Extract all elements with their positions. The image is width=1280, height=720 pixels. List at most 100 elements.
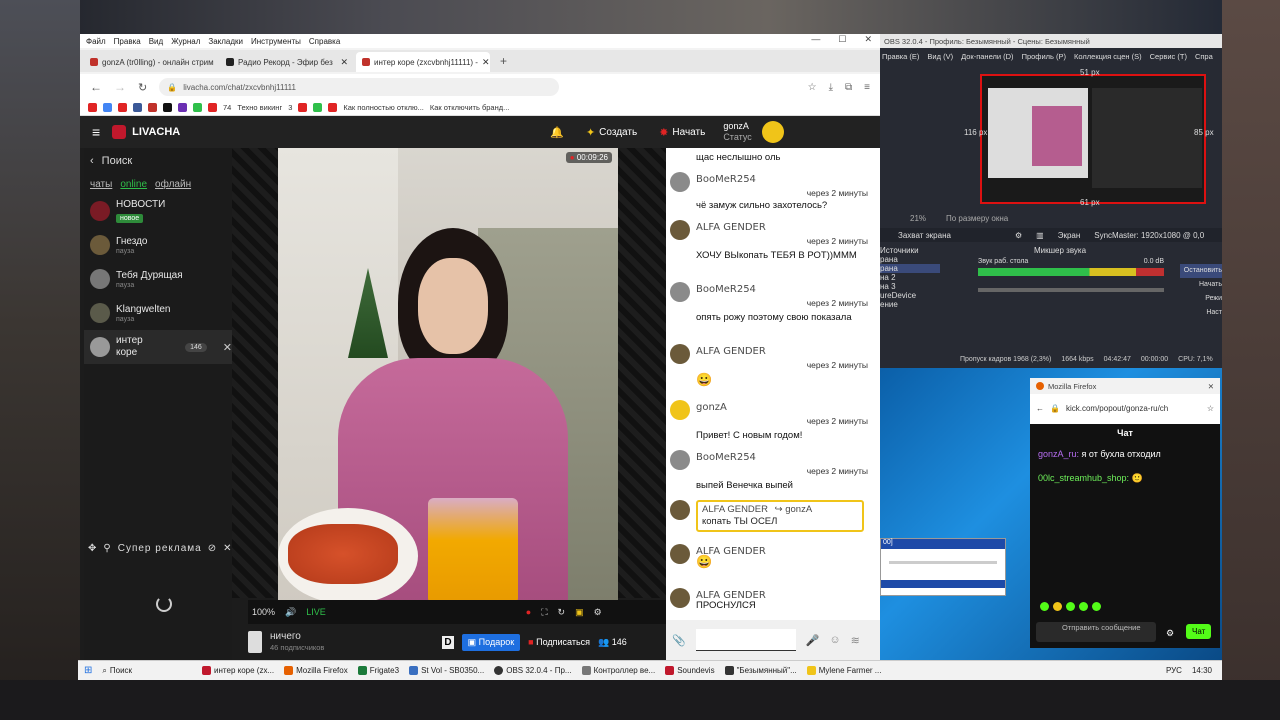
close-icon[interactable]: ✕ <box>223 341 232 354</box>
channel-item-inter-kore[interactable]: интер коре 146 ✕ <box>84 330 232 364</box>
filter-icon[interactable]: ▥ <box>1036 231 1044 240</box>
chat-username[interactable]: ALFA GENDER <box>696 346 766 357</box>
chat-username[interactable]: BooMeR254 <box>696 452 756 463</box>
channel-item-klangwelten[interactable]: Klangwelten пауза <box>84 296 232 330</box>
emote-icon[interactable] <box>1066 602 1075 611</box>
chat-username[interactable]: gonzA <box>696 402 727 413</box>
gift-button[interactable]: ▣ Подарок <box>461 633 521 651</box>
refresh-icon[interactable]: ↻ <box>558 607 566 618</box>
tab-gonza[interactable]: gonzA (tr0lling) - онлайн стрим✕ <box>84 52 218 72</box>
chat-username[interactable]: BooMeR254 <box>696 174 756 185</box>
download-icon[interactable]: ⤓ <box>829 82 833 93</box>
taskbar-item[interactable]: интер коре (zx... <box>202 666 274 675</box>
bookmark-icon[interactable] <box>313 103 323 112</box>
menu-view[interactable]: Вид <box>149 37 163 46</box>
subscribe-button[interactable]: ■ Подписаться <box>528 637 590 647</box>
bookmark-disable-2[interactable]: Как отключить бранд... <box>430 103 509 112</box>
streamer-avatar[interactable] <box>248 631 262 653</box>
tab-close-icon[interactable]: ✕ <box>340 57 348 68</box>
mic-icon[interactable]: 🎤 <box>806 634 820 647</box>
bell-icon[interactable]: 🔔 <box>550 126 564 139</box>
bookmark-star-icon[interactable]: ☆ <box>808 82 817 93</box>
taskbar-item[interactable]: St Vol - SB0350... <box>409 666 484 675</box>
back-icon[interactable]: ← <box>90 80 102 94</box>
bookmark-74[interactable]: 74 <box>223 103 231 112</box>
bookmark-icon[interactable] <box>328 103 338 112</box>
taskbar-item[interactable]: Контроллер ве... <box>581 666 655 675</box>
maximize-icon[interactable]: ☐ <box>838 34 846 45</box>
source-item[interactable]: на 2 <box>880 273 940 282</box>
chat-username[interactable]: ALFA GENDER <box>696 222 766 233</box>
bookmark-icon[interactable] <box>103 103 112 112</box>
channel-item-tebya[interactable]: Тебя Дурящая пауза <box>84 262 232 296</box>
bookmark-icon[interactable] <box>133 103 142 112</box>
create-button[interactable]: Создать <box>599 127 637 138</box>
gear-icon[interactable]: ⚙ <box>1015 231 1022 240</box>
reply-target[interactable]: ↪ gonzA <box>775 504 813 515</box>
filter-offline[interactable]: офлайн <box>155 179 191 190</box>
source-item[interactable]: рана <box>880 255 940 264</box>
tab-livacha[interactable]: интер коре (zxcvbnhj11111) - ✕ <box>356 52 490 72</box>
mode-button[interactable]: Режи <box>1180 292 1222 306</box>
bookmark-disable-1[interactable]: Как полностью отклю... <box>343 103 424 112</box>
move-icon[interactable]: ✥ <box>88 543 97 554</box>
filter-chats[interactable]: чаты <box>90 179 112 190</box>
reload-icon[interactable]: ↻ <box>138 81 147 94</box>
menu-edit[interactable]: Правка <box>114 37 141 46</box>
start-button[interactable]: Начать <box>1180 278 1222 292</box>
stop-button[interactable]: Остановить <box>1180 264 1222 278</box>
kick-username[interactable]: gonzA_ru: <box>1038 449 1079 459</box>
avatar[interactable] <box>670 544 690 564</box>
zoom-level[interactable]: 21% <box>910 214 926 223</box>
fullscreen-icon[interactable]: ⛶ <box>541 607 547 618</box>
bookmark-techno[interactable]: Техно викинг <box>237 103 282 112</box>
attach-icon[interactable]: 📎 <box>672 634 686 647</box>
minimize-icon[interactable]: — <box>811 34 820 45</box>
gift-small-icon[interactable]: ▣ <box>575 607 584 618</box>
kick-username[interactable]: 00lc_streamhub_shop: <box>1038 473 1129 483</box>
bookmark-icon[interactable] <box>118 103 127 112</box>
clock[interactable]: 14:30 <box>1192 666 1212 675</box>
language-indicator[interactable]: РУС <box>1166 666 1182 675</box>
volume-icon[interactable]: 🔊 <box>285 607 296 618</box>
hide-icon[interactable]: ⊘ <box>208 543 217 554</box>
menu-bookmarks[interactable]: Закладки <box>208 37 243 46</box>
taskbar-item[interactable]: Frigate3 <box>357 666 399 675</box>
bookmark-icon[interactable] <box>208 103 217 112</box>
emote-icon[interactable] <box>1040 602 1049 611</box>
start-menu-icon[interactable]: ⊞ <box>84 665 92 676</box>
taskbar-search[interactable]: ⌕ Поиск <box>102 666 132 676</box>
avatar[interactable] <box>670 172 690 192</box>
record-icon[interactable]: ● <box>526 607 531 617</box>
menu-file[interactable]: Файл <box>86 37 106 46</box>
taskbar-item[interactable]: "Безымянный"... <box>724 666 797 675</box>
channel-item-news[interactable]: НОВОСТИ новое <box>84 194 232 228</box>
forward-icon[interactable]: → <box>114 80 126 94</box>
obs-preview[interactable] <box>980 74 1206 204</box>
bookmark-icon[interactable] <box>178 103 187 112</box>
avatar[interactable] <box>670 282 690 302</box>
new-tab-icon[interactable]: + <box>500 54 507 68</box>
start-button[interactable]: Начать <box>672 127 705 138</box>
user-avatar[interactable] <box>761 121 784 143</box>
settings-icon[interactable]: ⚙ <box>1166 628 1174 639</box>
close-icon[interactable]: ✕ <box>1208 382 1214 391</box>
close-icon[interactable]: ✕ <box>864 34 872 45</box>
taskbar-item[interactable]: Mylene Farmer ... <box>806 666 881 675</box>
menu-history[interactable]: Журнал <box>171 37 200 46</box>
obs-menu-item[interactable]: Сервис (T) <box>1150 52 1187 64</box>
channel-item-gnezdo[interactable]: Гнездо пауза <box>84 228 232 262</box>
bookmark-icon[interactable] <box>298 103 308 112</box>
viewers-button[interactable]: 👥 146 <box>598 637 627 648</box>
chat-username[interactable]: ALFA GENDER <box>702 504 768 515</box>
source-item[interactable]: ение <box>880 300 940 309</box>
bookmark-icon[interactable] <box>88 103 97 112</box>
mini-window[interactable]: 00] <box>880 538 1006 596</box>
search-row[interactable]: ‹ Поиск <box>84 148 232 174</box>
menu-icon[interactable]: ≡ <box>864 82 870 93</box>
avatar[interactable] <box>670 220 690 240</box>
settings-button[interactable]: Наст <box>1180 306 1222 320</box>
volume-slider[interactable] <box>978 288 1164 292</box>
back-icon[interactable]: ← <box>1036 404 1044 413</box>
bookmark-star-icon[interactable]: ☆ <box>1207 404 1214 413</box>
